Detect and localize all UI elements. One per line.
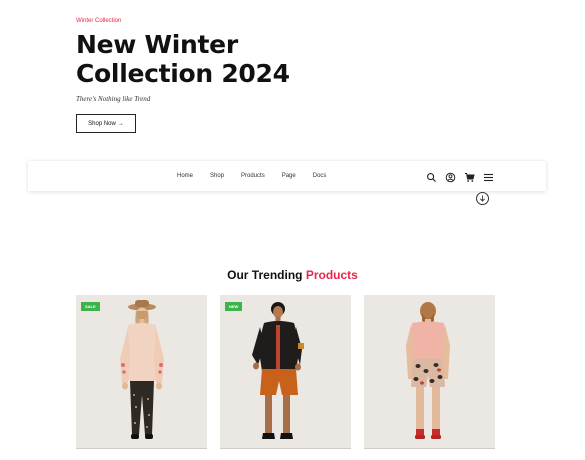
nav-link-docs[interactable]: Docs: [313, 173, 327, 179]
nav-link-shop[interactable]: Shop: [210, 173, 224, 179]
main-navbar: Home Shop Products Page Docs: [28, 161, 546, 191]
product-card[interactable]: NEW: [220, 295, 351, 449]
new-badge: NEW: [225, 302, 243, 311]
nav-link-home[interactable]: Home: [177, 173, 193, 179]
arrow-down-icon: [479, 195, 486, 202]
product-image: [406, 302, 450, 439]
hero-title: New Winter Collection 2024: [76, 30, 290, 88]
scroll-down-button[interactable]: [476, 192, 489, 205]
section-title-accent: Products: [305, 268, 358, 282]
section-title: Our Trending Products: [0, 268, 585, 282]
product-image: [252, 302, 304, 439]
hero-title-line-1: New Winter: [76, 30, 238, 59]
product-image: [120, 300, 164, 439]
shop-now-button[interactable]: Shop Now →: [76, 114, 136, 133]
user-icon[interactable]: [445, 170, 456, 183]
product-card[interactable]: [364, 295, 495, 449]
section-title-prefix: Our Trending: [227, 268, 303, 282]
cart-icon[interactable]: [464, 170, 475, 182]
product-card[interactable]: SALE: [76, 295, 207, 449]
hero-eyebrow: Winter Collection: [76, 18, 122, 24]
sale-badge: SALE: [81, 302, 100, 311]
nav-link-products[interactable]: Products: [241, 173, 265, 179]
hero-title-line-2: Collection 2024: [76, 59, 290, 88]
arrow-right-icon: →: [117, 120, 124, 127]
shop-now-label: Shop Now: [88, 120, 116, 127]
hero-section: Winter Collection New Winter Collection …: [76, 18, 290, 133]
menu-icon[interactable]: [483, 170, 494, 182]
nav-link-page[interactable]: Page: [282, 173, 296, 179]
nav-icons: [426, 170, 494, 183]
search-icon[interactable]: [426, 170, 437, 182]
hero-tagline: There's Nothing like Trend: [76, 95, 151, 103]
nav-links: Home Shop Products Page Docs: [177, 161, 343, 191]
